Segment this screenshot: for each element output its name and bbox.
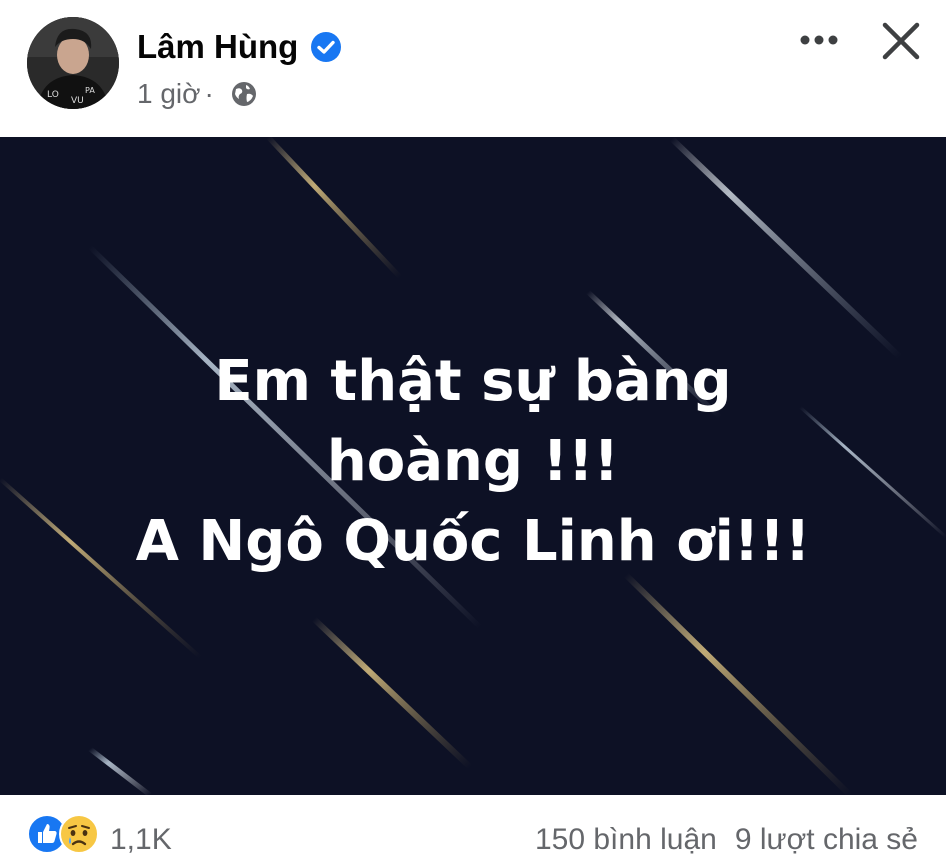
svg-text:LO: LO <box>47 90 59 100</box>
post-header: LO VU PA Lâm Hùng 1 giờ · <box>0 0 946 137</box>
post-image[interactable]: Em thật sự bàng hoàng !!! A Ngô Quốc Lin… <box>0 137 946 795</box>
facebook-post: LO VU PA Lâm Hùng 1 giờ · Em thật sự bàn… <box>0 0 946 864</box>
author-name[interactable]: Lâm Hùng <box>137 28 298 66</box>
post-image-text: Em thật sự bàng hoàng !!! A Ngô Quốc Lin… <box>0 342 946 582</box>
avatar-image: LO VU PA <box>27 17 119 109</box>
close-icon[interactable] <box>878 18 924 64</box>
globe-icon <box>232 82 256 106</box>
svg-text:VU: VU <box>71 96 84 106</box>
post-timestamp[interactable]: 1 giờ <box>137 78 201 109</box>
more-horizontal-icon[interactable] <box>795 22 843 58</box>
shares-count-link[interactable]: 9 lượt chia sẻ <box>735 823 918 856</box>
image-text-line-2: hoàng !!! <box>326 429 620 494</box>
image-text-line-3: A Ngô Quốc Linh ơi!!! <box>135 509 811 574</box>
reaction-count[interactable]: 1,1K <box>110 823 172 857</box>
meta-separator: · <box>204 78 214 109</box>
sad-icon <box>59 814 99 854</box>
verified-badge-icon <box>311 32 341 62</box>
comments-count-link[interactable]: 150 bình luận <box>535 823 717 856</box>
author-avatar[interactable]: LO VU PA <box>27 17 119 109</box>
svg-text:PA: PA <box>85 86 95 95</box>
image-text-line-1: Em thật sự bàng <box>214 349 732 414</box>
post-stats: 150 bình luận 9 lượt chia sẻ <box>535 823 918 857</box>
post-meta: 1 giờ · <box>137 78 218 110</box>
